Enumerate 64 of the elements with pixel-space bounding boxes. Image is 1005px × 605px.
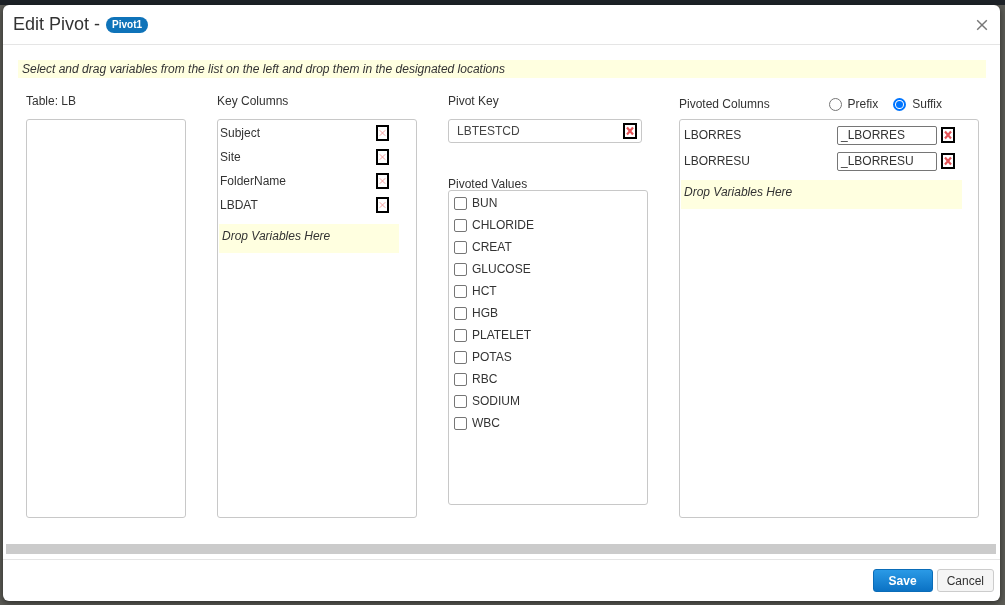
checkbox[interactable] xyxy=(454,306,467,320)
horizontal-scrollbar[interactable] xyxy=(6,544,996,554)
pivoted-value-label: HGB xyxy=(472,306,498,320)
suffix-input[interactable]: _LBORRES xyxy=(837,125,937,145)
pivoted-values-label: Pivoted Values xyxy=(448,177,528,191)
save-button[interactable]: Save xyxy=(872,569,933,592)
checkbox[interactable] xyxy=(454,262,467,276)
key-columns-label: Key Columns xyxy=(217,94,289,108)
checkbox[interactable] xyxy=(454,284,467,298)
pivoted-value-label: WBC xyxy=(472,416,500,430)
cancel-button[interactable]: Cancel xyxy=(936,569,994,592)
pivot-key-label: Pivot Key xyxy=(448,94,499,108)
instruction-banner: Select and drag variables from the list on the left and drop them in the designated locations xyxy=(18,60,986,78)
cross-icon xyxy=(378,151,387,163)
remove-button[interactable] xyxy=(376,173,389,189)
pivoted-value-label: SODIUM xyxy=(472,394,520,408)
checkbox[interactable] xyxy=(454,196,467,210)
pivot-name-badge: Pivot1 xyxy=(106,16,149,33)
cross-icon xyxy=(378,199,387,211)
drop-zone: Drop Variables Here xyxy=(681,180,962,209)
dialog-title: Edit Pivot - xyxy=(13,14,101,35)
pivoted-value-label: CHLORIDE xyxy=(472,218,534,232)
remove-button[interactable] xyxy=(623,123,637,139)
radio-button[interactable] xyxy=(828,97,842,111)
pivoted-columns-label: Pivoted Columns xyxy=(679,97,770,111)
pivoted-value-label: PLATELET xyxy=(472,328,532,342)
cross-icon xyxy=(943,155,953,167)
key-column-item: Site xyxy=(220,150,241,164)
radio-label: Suffix xyxy=(912,97,942,111)
checkbox[interactable] xyxy=(454,328,467,342)
pivoted-value-label: HCT xyxy=(472,284,497,298)
close-icon xyxy=(976,18,988,31)
checkbox[interactable] xyxy=(454,372,467,386)
checkbox[interactable] xyxy=(454,350,467,364)
pivoted-column-item: LBORRES xyxy=(684,128,742,142)
pivoted-column-item: LBORRESU xyxy=(684,154,751,168)
checkbox[interactable] xyxy=(454,240,467,254)
drop-zone: Drop Variables Here xyxy=(219,224,399,253)
checkbox[interactable] xyxy=(454,394,467,408)
checkbox[interactable] xyxy=(454,416,467,430)
pivoted-value-label: POTAS xyxy=(472,350,512,364)
key-column-item: FolderName xyxy=(220,174,287,188)
remove-button[interactable] xyxy=(376,149,389,165)
close-button[interactable] xyxy=(976,18,988,31)
pivoted-value-label: RBC xyxy=(472,372,498,386)
cross-icon xyxy=(625,125,635,137)
key-column-item: Subject xyxy=(220,126,261,140)
pivoted-value-label: BUN xyxy=(472,196,498,210)
remove-button[interactable] xyxy=(941,127,955,143)
checkbox[interactable] xyxy=(454,218,467,232)
pivoted-value-label: GLUCOSE xyxy=(472,262,531,276)
cross-icon xyxy=(378,175,387,187)
key-column-item: LBDAT xyxy=(220,198,258,212)
remove-button[interactable] xyxy=(376,125,389,141)
table-label: Table: LB xyxy=(26,94,77,108)
cross-icon xyxy=(378,127,387,139)
cross-icon xyxy=(943,129,953,141)
radio-button[interactable] xyxy=(893,97,907,111)
radio-label: Prefix xyxy=(847,97,879,111)
pivoted-value-label: CREAT xyxy=(472,240,512,254)
suffix-input[interactable]: _LBORRESU xyxy=(837,151,937,171)
remove-button[interactable] xyxy=(941,153,955,169)
remove-button[interactable] xyxy=(376,197,389,213)
pivot-key-field[interactable]: LBTESTCD xyxy=(448,119,642,143)
